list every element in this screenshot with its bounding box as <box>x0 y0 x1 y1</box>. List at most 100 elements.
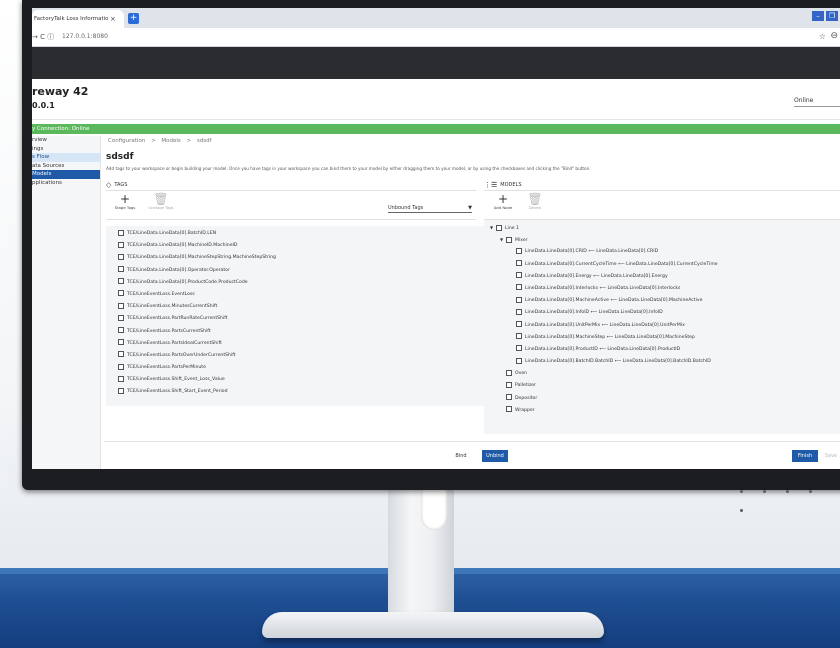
checkbox[interactable] <box>506 406 512 413</box>
bound-tag-item[interactable]: LineData.LineData[0].BatchID.BatchID ⟵ L… <box>490 356 840 368</box>
bound-tag-item-label: LineData.LineData[0].Interlocks ⟵ LineDa… <box>525 285 681 291</box>
checkbox[interactable] <box>516 333 522 340</box>
bound-tag-item-label: LineData.LineData[0].MachineActive ⟵ Lin… <box>525 298 703 304</box>
tag-list-item[interactable]: TCE/LineEventLoss.PartsCurrentShift <box>118 326 488 338</box>
finish-button[interactable]: Finish <box>792 450 818 462</box>
checkbox[interactable] <box>118 290 124 297</box>
checkbox[interactable] <box>118 302 124 309</box>
checkbox[interactable] <box>516 260 522 267</box>
add-node-button[interactable]: + Add Node <box>488 193 518 210</box>
status-select[interactable]: Online <box>794 97 840 107</box>
checkbox[interactable] <box>118 387 124 394</box>
tags-panel: ◇ TAGS + Stage Tags 🗑 Unstage Tags Unbou… <box>106 180 488 438</box>
bound-tag-item[interactable]: LineData.LineData[0].CurrentCycleTime ⟵ … <box>490 259 840 271</box>
bound-tag-item-label: LineData.LineData[0].ProductID ⟵ LineDat… <box>525 346 681 352</box>
bound-tag-item[interactable]: LineData.LineData[0].CRID ⟵ LineData.Lin… <box>490 246 840 258</box>
tag-list-item[interactable]: TCE/LineEventLoss.MinutesCurrentShift <box>118 301 488 313</box>
checkbox[interactable] <box>516 296 522 303</box>
checkbox[interactable] <box>118 327 124 333</box>
checkbox[interactable] <box>506 394 512 401</box>
sidebar-item-settings[interactable]: ings <box>32 145 100 154</box>
checkbox[interactable] <box>118 278 124 285</box>
checkbox[interactable] <box>118 253 124 260</box>
models-toolbar: + Add Node 🗑 Delete <box>484 190 840 220</box>
tag-list-item[interactable]: TCE/LineEventLoss.EventLoss <box>118 289 488 301</box>
tree-node-mixer[interactable]: ▼ Mixer <box>490 234 840 246</box>
checkbox[interactable] <box>516 308 522 315</box>
url-field[interactable]: 127.0.0.1:8080 <box>62 33 108 40</box>
tag-filter-select[interactable]: Unbound Tags ▼ <box>388 205 472 213</box>
tree-node-machine-label: Wrapper <box>515 407 535 413</box>
tag-list-item[interactable]: TCE/LineEventLoss.PartsOverUnderCurrentS… <box>118 350 488 362</box>
bound-tag-item[interactable]: LineData.LineData[0].ProductID ⟵ LineDat… <box>490 344 840 356</box>
bound-tag-item[interactable]: LineData.LineData[0].Interlocks ⟵ LineDa… <box>490 283 840 295</box>
tag-list-item-label: TCE/LineEventLoss.PartsIdealCurrentShift <box>127 340 222 346</box>
tree-node-machine[interactable]: Wrapper <box>490 405 840 417</box>
minimize-button[interactable]: – <box>812 11 824 21</box>
checkbox[interactable] <box>118 241 124 248</box>
app-body: rview ings s Flow ata Sources Models ppl… <box>32 136 840 469</box>
checkbox[interactable] <box>516 357 522 364</box>
bound-tag-item[interactable]: LineData.LineData[0].MachineActive ⟵ Lin… <box>490 295 840 307</box>
tag-list-item[interactable]: TCE/LineEventLoss.Shift_Event_Loss_Value <box>118 374 488 386</box>
tag-list-item[interactable]: TCE/LineEventLoss.Shift_Start_Event_Peri… <box>118 386 488 398</box>
checkbox[interactable] <box>118 363 124 370</box>
new-tab-button[interactable]: + <box>128 13 139 24</box>
checkbox[interactable] <box>516 272 522 279</box>
bind-button[interactable]: Bind <box>450 450 472 462</box>
sidebar-item-models[interactable]: Models <box>32 170 100 179</box>
tree-node-line[interactable]: ▼ Line 1 <box>490 222 840 234</box>
sidebar-item-applications[interactable]: pplications <box>32 179 100 188</box>
nav-buttons[interactable]: → C ⓘ <box>32 32 54 42</box>
checkbox[interactable] <box>118 351 124 358</box>
tag-list-item[interactable]: TCE/LineData.LineData[0].MachineID.Machi… <box>118 240 488 252</box>
tag-list-item[interactable]: TCE/LineData.LineData[0].ProductCode.Pro… <box>118 277 488 289</box>
checkbox[interactable] <box>496 224 502 231</box>
sidebar-item-data-sources[interactable]: ata Sources <box>32 162 100 171</box>
checkbox[interactable] <box>118 375 124 382</box>
trash-icon: 🗑 <box>527 192 543 206</box>
checkbox[interactable] <box>516 247 522 254</box>
tag-list-item[interactable]: TCE/LineEventLoss.PartRunRateCurrentShif… <box>118 313 488 325</box>
unstage-tags-button[interactable]: 🗑 Unstage Tags <box>146 193 176 210</box>
tree-node-machine[interactable]: Depositor <box>490 393 840 405</box>
checkbox[interactable] <box>516 284 522 291</box>
bound-tag-item[interactable]: LineData.LineData[0].MachineStep ⟵ LineD… <box>490 332 840 344</box>
checkbox[interactable] <box>516 321 522 327</box>
save-button[interactable]: Save <box>822 450 840 462</box>
breadcrumb-models[interactable]: Models <box>161 138 180 144</box>
checkbox[interactable] <box>118 266 124 273</box>
models-tree: ▼ Line 1 ▼ Mixer LineData.LineData[0].CRID… <box>484 220 840 434</box>
sidebar-item-data-flow[interactable]: s Flow <box>32 153 100 162</box>
star-icon[interactable]: ☆ <box>819 32 826 41</box>
tag-list-item[interactable]: TCE/LineData.LineData[0].Operator.Operat… <box>118 265 488 277</box>
checkbox[interactable] <box>506 236 512 243</box>
tree-node-machine[interactable]: Oven <box>490 368 840 380</box>
checkbox[interactable] <box>516 345 522 352</box>
profile-icon[interactable]: ⊖ <box>830 31 838 41</box>
checkbox[interactable] <box>506 381 512 388</box>
checkbox[interactable] <box>118 314 124 321</box>
browser-tab[interactable]: FactoryTalk Loss Information Gat × <box>32 10 124 28</box>
tag-list-item[interactable]: TCE/LineEventLoss.PartsIdealCurrentShift <box>118 338 488 350</box>
checkbox[interactable] <box>506 369 512 376</box>
monitor-stand-cable-hole <box>421 488 447 530</box>
unbind-button[interactable]: Unbind <box>482 450 508 462</box>
tree-node-machine[interactable]: Palletizer <box>490 380 840 392</box>
bound-tag-item[interactable]: LineData.LineData[0].UnitPerMix ⟵ LineDa… <box>490 320 840 332</box>
bound-tag-item[interactable]: LineData.LineData[0].InfoID ⟵ LineData.L… <box>490 307 840 319</box>
trash-icon: 🗑 <box>153 192 169 206</box>
restore-button[interactable]: ❐ <box>826 11 838 21</box>
breadcrumb-configuration[interactable]: Configuration <box>108 138 145 144</box>
plus-icon: + <box>497 192 509 206</box>
tag-list-item[interactable]: TCE/LineData.LineData[0].MachineStepStri… <box>118 252 488 264</box>
tag-list-item[interactable]: TCE/LineData.LineData[0].BatchID.LEN <box>118 228 488 240</box>
bound-tag-item[interactable]: LineData.LineData[0].Energy ⟵ LineData.L… <box>490 271 840 283</box>
checkbox[interactable] <box>118 229 124 236</box>
close-icon[interactable]: × <box>110 15 116 23</box>
stage-tags-button[interactable]: + Stage Tags <box>110 193 140 210</box>
checkbox[interactable] <box>118 339 124 346</box>
delete-node-button[interactable]: 🗑 Delete <box>520 193 550 210</box>
sidebar-item-overview[interactable]: rview <box>32 136 100 145</box>
tag-list-item[interactable]: TCE/LineEventLoss.PartsPerMinute <box>118 362 488 374</box>
